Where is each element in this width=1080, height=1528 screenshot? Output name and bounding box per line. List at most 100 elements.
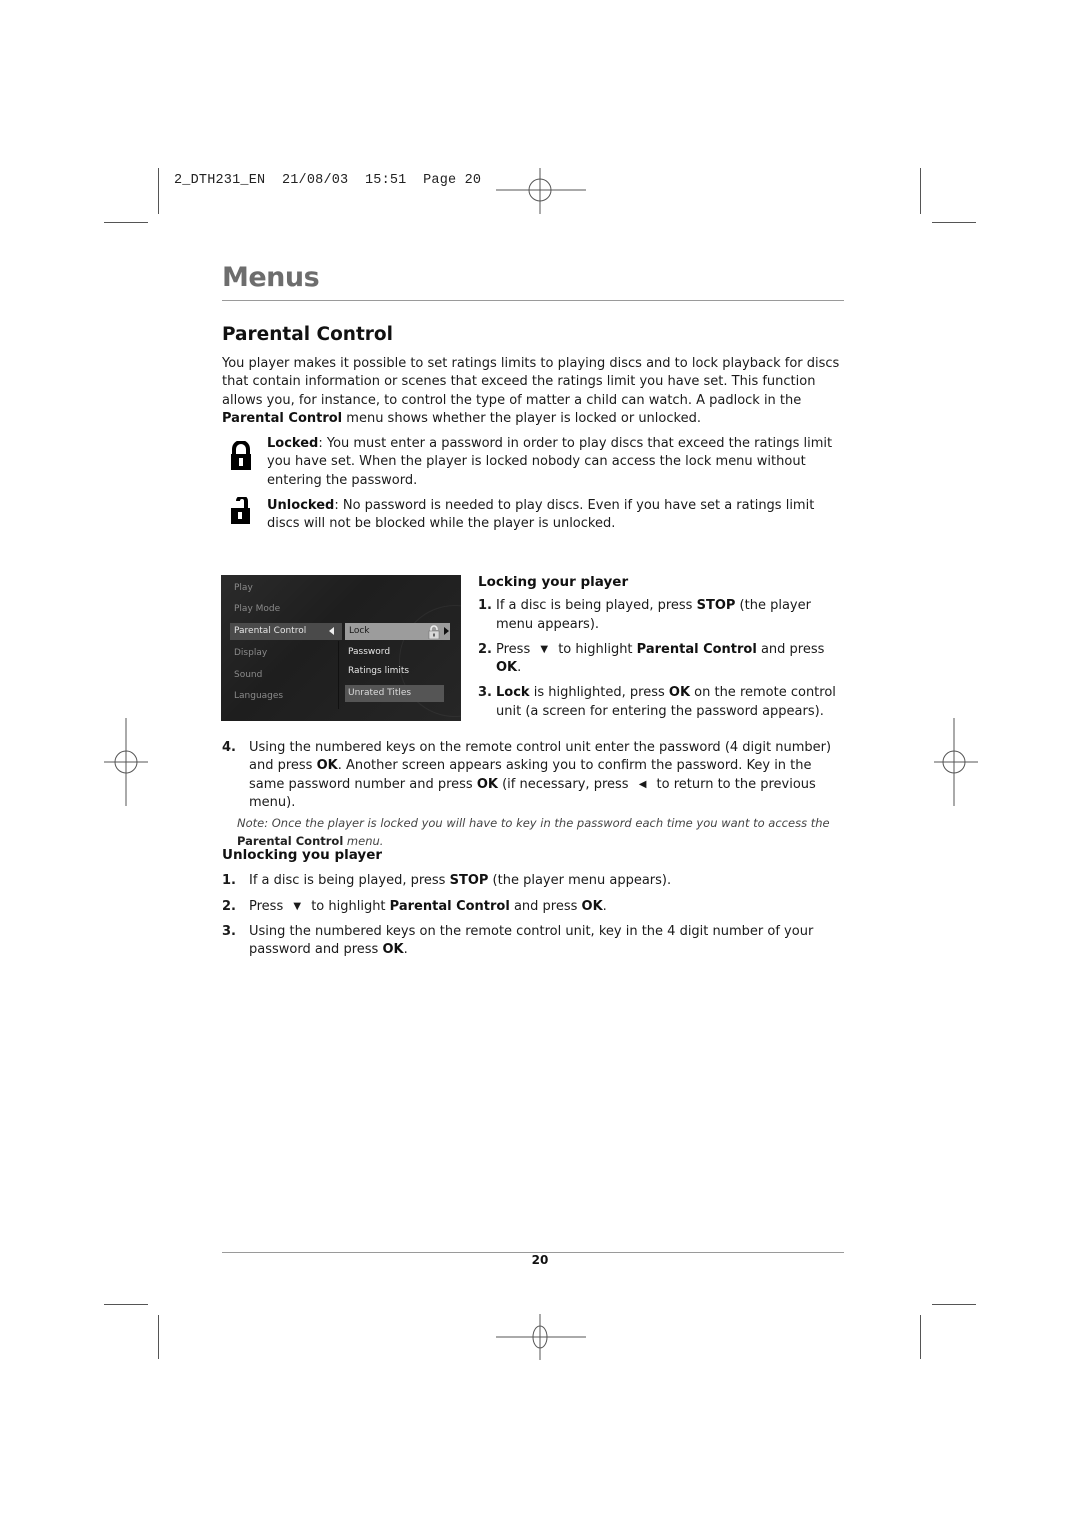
crop-mark (104, 222, 148, 223)
intro-bold: Parental Control (222, 410, 343, 426)
padlock-closed-icon (231, 441, 251, 470)
arrow-left-icon: ◀ (638, 778, 647, 790)
crop-mark (104, 1304, 148, 1305)
list-item: 3. Lock is highlighted, press OK on the … (478, 684, 848, 721)
step-text: . (602, 898, 607, 914)
locking-title: Locking your player (478, 574, 629, 590)
section-title: Menus (222, 262, 320, 293)
registration-mark-icon (496, 168, 586, 214)
padlock-open-icon (428, 625, 440, 639)
step-text: Press (249, 898, 288, 914)
step-bold: STOP (449, 873, 489, 889)
tv-menu-item-play-mode: Play Mode (234, 604, 281, 614)
step-bold: Lock (496, 685, 530, 701)
locked-description: Locked: You must enter a password in ord… (222, 435, 847, 490)
step-number: 3. (478, 685, 492, 701)
intro-text: You player makes it possible to set rati… (222, 356, 840, 408)
unlocked-description: Unlocked: No password is needed to play … (222, 497, 847, 534)
tv-menu-divider (338, 641, 339, 709)
step-number: 2. (478, 641, 492, 657)
step-text: (the player menu appears). (488, 873, 672, 889)
note-text: Note: Once the player is locked you will… (237, 816, 830, 831)
unlocking-section: Unlocking you player 1. If a disc is bei… (222, 846, 847, 966)
step-bold: OK (316, 758, 338, 774)
registration-mark-icon (104, 718, 148, 806)
intro-paragraph: You player makes it possible to set rati… (222, 355, 847, 428)
registration-mark-icon (934, 718, 978, 806)
tv-submenu-item-password: Password (348, 647, 391, 657)
tv-submenu-item-ratings-limits: Ratings limits (348, 666, 410, 676)
step-text: (if necessary, press (497, 776, 633, 792)
slug-page: Page 20 (423, 173, 482, 188)
list-item: 1. If a disc is being played, press STOP… (478, 597, 848, 634)
step-text: and press (756, 641, 825, 657)
tv-menu-item-play: Play (234, 583, 253, 593)
step-bold: Parental Control (389, 898, 510, 914)
header-rule (222, 300, 844, 301)
tv-menu-item-parental-control: Parental Control (230, 623, 342, 640)
slug-file: 2_DTH231_EN (174, 173, 266, 188)
intro-text: menu shows whether the player is locked … (342, 410, 701, 426)
crop-mark (932, 1304, 976, 1305)
step-number: 2. (222, 898, 236, 914)
registration-mark-icon (496, 1314, 586, 1360)
step-bold: OK (581, 898, 603, 914)
unlocked-label: Unlocked (267, 498, 335, 513)
page-heading: Parental Control (222, 324, 393, 345)
step-bold: OK (382, 942, 404, 958)
step-bold: Parental Control (636, 641, 757, 657)
step-text: to highlight (554, 641, 637, 657)
arrow-right-icon (444, 627, 449, 635)
step-text: to highlight (307, 898, 390, 914)
tv-menu-item-label: Parental Control (234, 626, 307, 636)
step-bold: OK (496, 660, 518, 676)
unlocked-text: : No password is needed to play discs. E… (267, 498, 815, 532)
locking-section: Locking your player 1. If a disc is bein… (478, 573, 848, 728)
step-number: 4. (222, 740, 236, 755)
list-item: 2. Press ▼ to highlight Parental Control… (478, 641, 848, 678)
step-text: If a disc is being played, press (496, 598, 697, 614)
arrow-left-icon (329, 627, 334, 635)
step-text: Press (496, 641, 535, 657)
list-item: 1. If a disc is being played, press STOP… (222, 872, 847, 890)
locking-step-4: 4. Using the numbered keys on the remote… (222, 739, 847, 850)
step-text: . (517, 660, 522, 676)
arrow-down-icon: ▼ (540, 643, 549, 655)
crop-mark (920, 168, 921, 214)
step-text: is highlighted, press (529, 685, 669, 701)
tv-menu-item-languages: Languages (234, 691, 284, 701)
tv-menu-item-display: Display (234, 648, 268, 658)
step-number: 1. (478, 598, 492, 614)
locking-steps-continued: 4. Using the numbered keys on the remote… (222, 739, 847, 812)
arrow-down-icon: ▼ (293, 900, 302, 912)
tv-submenu-item-unrated-titles: Unrated Titles (345, 685, 444, 702)
unlocking-title: Unlocking you player (222, 847, 383, 863)
padlock-open-icon (231, 497, 250, 524)
step-text: . (403, 942, 408, 958)
step-text: Using the numbered keys on the remote co… (249, 923, 814, 958)
step-number: 3. (222, 923, 236, 939)
locked-label: Locked (267, 436, 319, 451)
tv-menu-item-sound: Sound (234, 670, 263, 680)
step-bold: STOP (696, 598, 736, 614)
locking-steps: 1. If a disc is being played, press STOP… (478, 597, 848, 721)
crop-mark (158, 168, 159, 214)
list-item: 3. Using the numbered keys on the remote… (222, 923, 847, 960)
crop-mark (158, 1315, 159, 1359)
tv-submenu-item-label: Lock (349, 626, 370, 636)
tv-submenu-item-label: Unrated Titles (348, 688, 412, 698)
step-bold: OK (668, 685, 691, 701)
crop-mark (932, 222, 976, 223)
slug-time: 15:51 (364, 173, 407, 188)
crop-mark (920, 1315, 921, 1359)
page-number: 20 (531, 1253, 549, 1267)
print-slug: 2_DTH231_EN 21/08/03 15:51 Page 20 (174, 173, 481, 188)
slug-date: 21/08/03 (281, 173, 349, 188)
list-item: 2. Press ▼ to highlight Parental Control… (222, 898, 847, 916)
step-bold: OK (476, 776, 498, 792)
note: Note: Once the player is locked you will… (237, 814, 847, 850)
step-text: and press (509, 898, 582, 914)
unlocking-steps: 1. If a disc is being played, press STOP… (222, 872, 847, 959)
step-number: 1. (222, 873, 236, 889)
locked-text: : You must enter a password in order to … (267, 436, 833, 488)
